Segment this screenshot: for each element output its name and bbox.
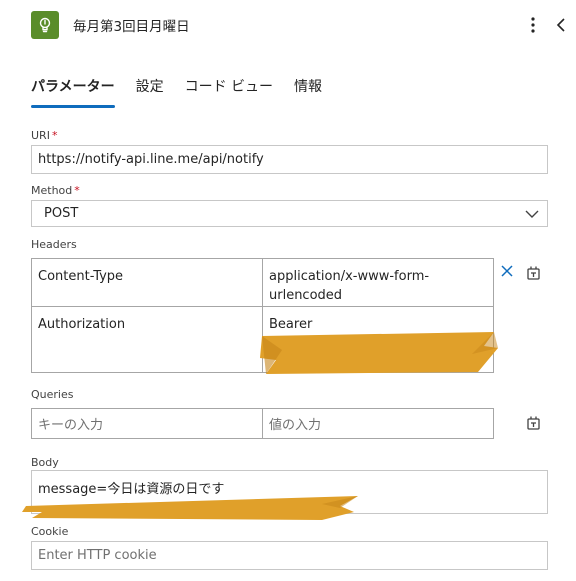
collapse-chevron-icon[interactable] (552, 14, 570, 36)
header-key-cell[interactable]: Content-Type (31, 258, 263, 307)
tab-settings[interactable]: 設定 (136, 76, 164, 108)
chevron-down-icon (525, 210, 539, 218)
uri-input[interactable]: https://notify-api.line.me/api/notify (31, 145, 548, 174)
tab-parameters[interactable]: パラメーター (31, 76, 115, 108)
switch-to-text-mode-icon[interactable] (525, 264, 543, 282)
card-header: 毎月第3回目月曜日 (0, 0, 576, 50)
action-title[interactable]: 毎月第3回目月曜日 (73, 15, 190, 35)
cookie-input[interactable]: Enter HTTP cookie (31, 541, 548, 570)
queries-label: Queries (31, 388, 74, 401)
header-key-cell[interactable]: Authorization (31, 306, 263, 373)
body-label: Body (31, 456, 59, 469)
tab-code-view[interactable]: コード ビュー (185, 76, 273, 108)
method-value: POST (44, 206, 79, 221)
tab-bar: パラメーター 設定 コード ビュー 情報 (31, 76, 343, 108)
header-value-cell[interactable]: application/x-www-form-urlencoded (262, 258, 494, 307)
query-value-input[interactable]: 値の入力 (262, 408, 494, 439)
headers-label: Headers (31, 238, 77, 251)
uri-label: URI * (31, 129, 58, 142)
query-key-input[interactable]: キーの入力 (31, 408, 263, 439)
more-options-icon[interactable] (526, 14, 540, 36)
cookie-label: Cookie (31, 525, 69, 538)
method-select[interactable]: POST (31, 200, 548, 227)
method-label: Method * (31, 184, 80, 197)
switch-to-text-mode-icon[interactable] (525, 414, 543, 432)
tab-about[interactable]: 情報 (294, 76, 322, 108)
redaction-mark (22, 496, 358, 520)
lightbulb-icon (31, 11, 59, 39)
redaction-mark (260, 332, 498, 374)
delete-icon[interactable] (498, 262, 516, 280)
